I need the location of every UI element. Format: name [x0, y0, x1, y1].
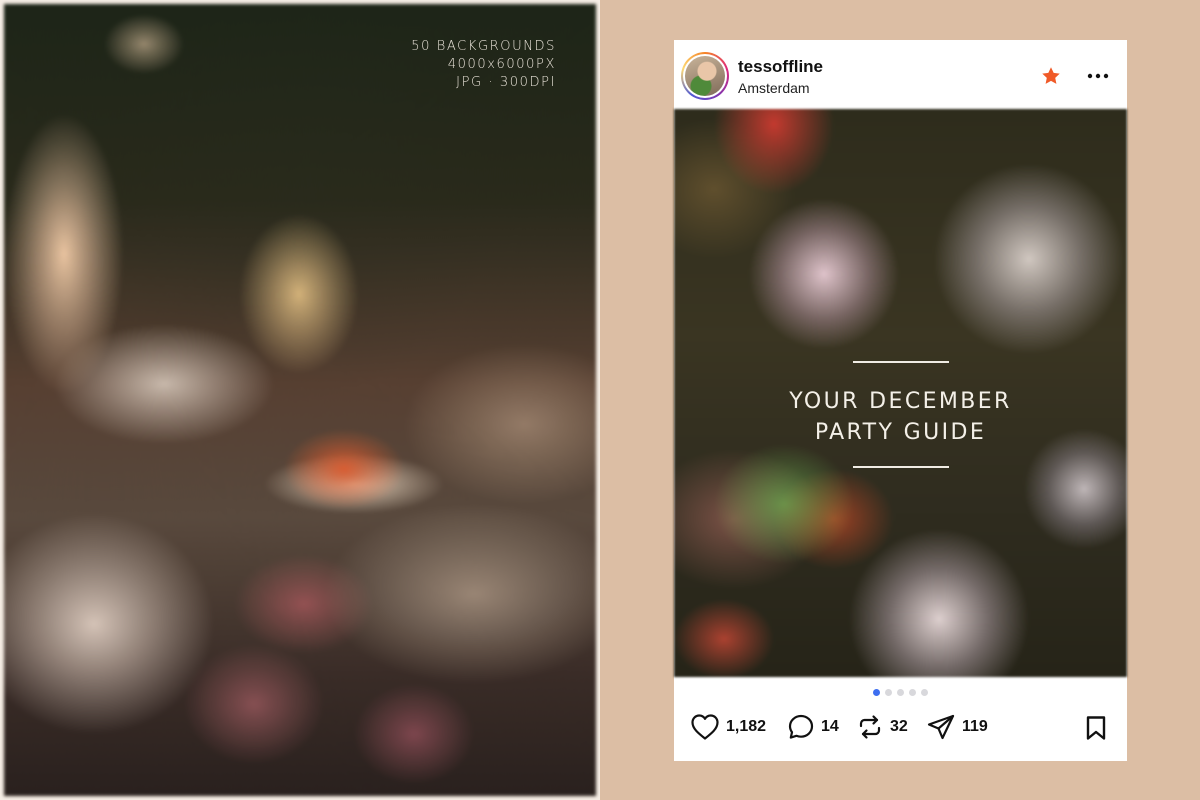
spec-line-format: JPG · 300DPI: [456, 75, 556, 90]
comment-count: 14: [821, 718, 839, 735]
share-count: 119: [962, 718, 988, 735]
carousel-dot[interactable]: [921, 689, 928, 696]
spec-line-count: 50 BACKGROUNDS: [411, 39, 556, 54]
like-count: 1,182: [726, 718, 767, 735]
carousel-dot-active[interactable]: [873, 689, 880, 696]
carousel-dot[interactable]: [897, 689, 904, 696]
social-post-card: tessoffline Amsterdam YOUR DECEMBER PART…: [674, 40, 1127, 761]
post-image-overlay: YOUR DECEMBER PARTY GUIDE: [674, 109, 1127, 677]
repost-count: 32: [890, 718, 908, 735]
carousel-indicator: [674, 689, 1127, 697]
headline-line-2: PARTY GUIDE: [814, 420, 987, 445]
headline-rule-bottom: [853, 466, 949, 468]
star-icon[interactable]: [1040, 65, 1062, 87]
blurred-dinner-photo: [4, 4, 596, 796]
post-username[interactable]: tessoffline: [738, 57, 823, 77]
more-options-icon[interactable]: [1086, 67, 1110, 85]
like-button[interactable]: 1,182: [690, 713, 766, 741]
share-button[interactable]: 119: [926, 713, 988, 741]
repost-button[interactable]: 32: [856, 713, 908, 741]
avatar[interactable]: [681, 52, 729, 100]
avatar-image: [685, 56, 725, 96]
post-location[interactable]: Amsterdam: [738, 80, 810, 96]
bookmark-icon[interactable]: [1084, 715, 1108, 741]
comment-button[interactable]: 14: [787, 713, 839, 741]
send-paper-plane-icon: [926, 713, 956, 741]
post-actions-bar: 1,182 14 32 119: [674, 708, 1127, 748]
repost-arrows-icon: [856, 713, 884, 741]
carousel-dot[interactable]: [909, 689, 916, 696]
headline-rule-top: [853, 361, 949, 363]
carousel-dot[interactable]: [885, 689, 892, 696]
post-headline: YOUR DECEMBER PARTY GUIDE: [674, 386, 1127, 448]
heart-icon: [690, 713, 720, 741]
headline-line-1: YOUR DECEMBER: [789, 389, 1012, 414]
post-header: tessoffline Amsterdam: [674, 40, 1127, 110]
product-specs-caption: 50 BACKGROUNDS 4000x6000PX JPG · 300DPI: [411, 38, 556, 92]
background-preview-panel: 50 BACKGROUNDS 4000x6000PX JPG · 300DPI: [0, 0, 600, 800]
spec-line-resolution: 4000x6000PX: [447, 57, 556, 72]
comment-bubble-icon: [787, 713, 815, 741]
